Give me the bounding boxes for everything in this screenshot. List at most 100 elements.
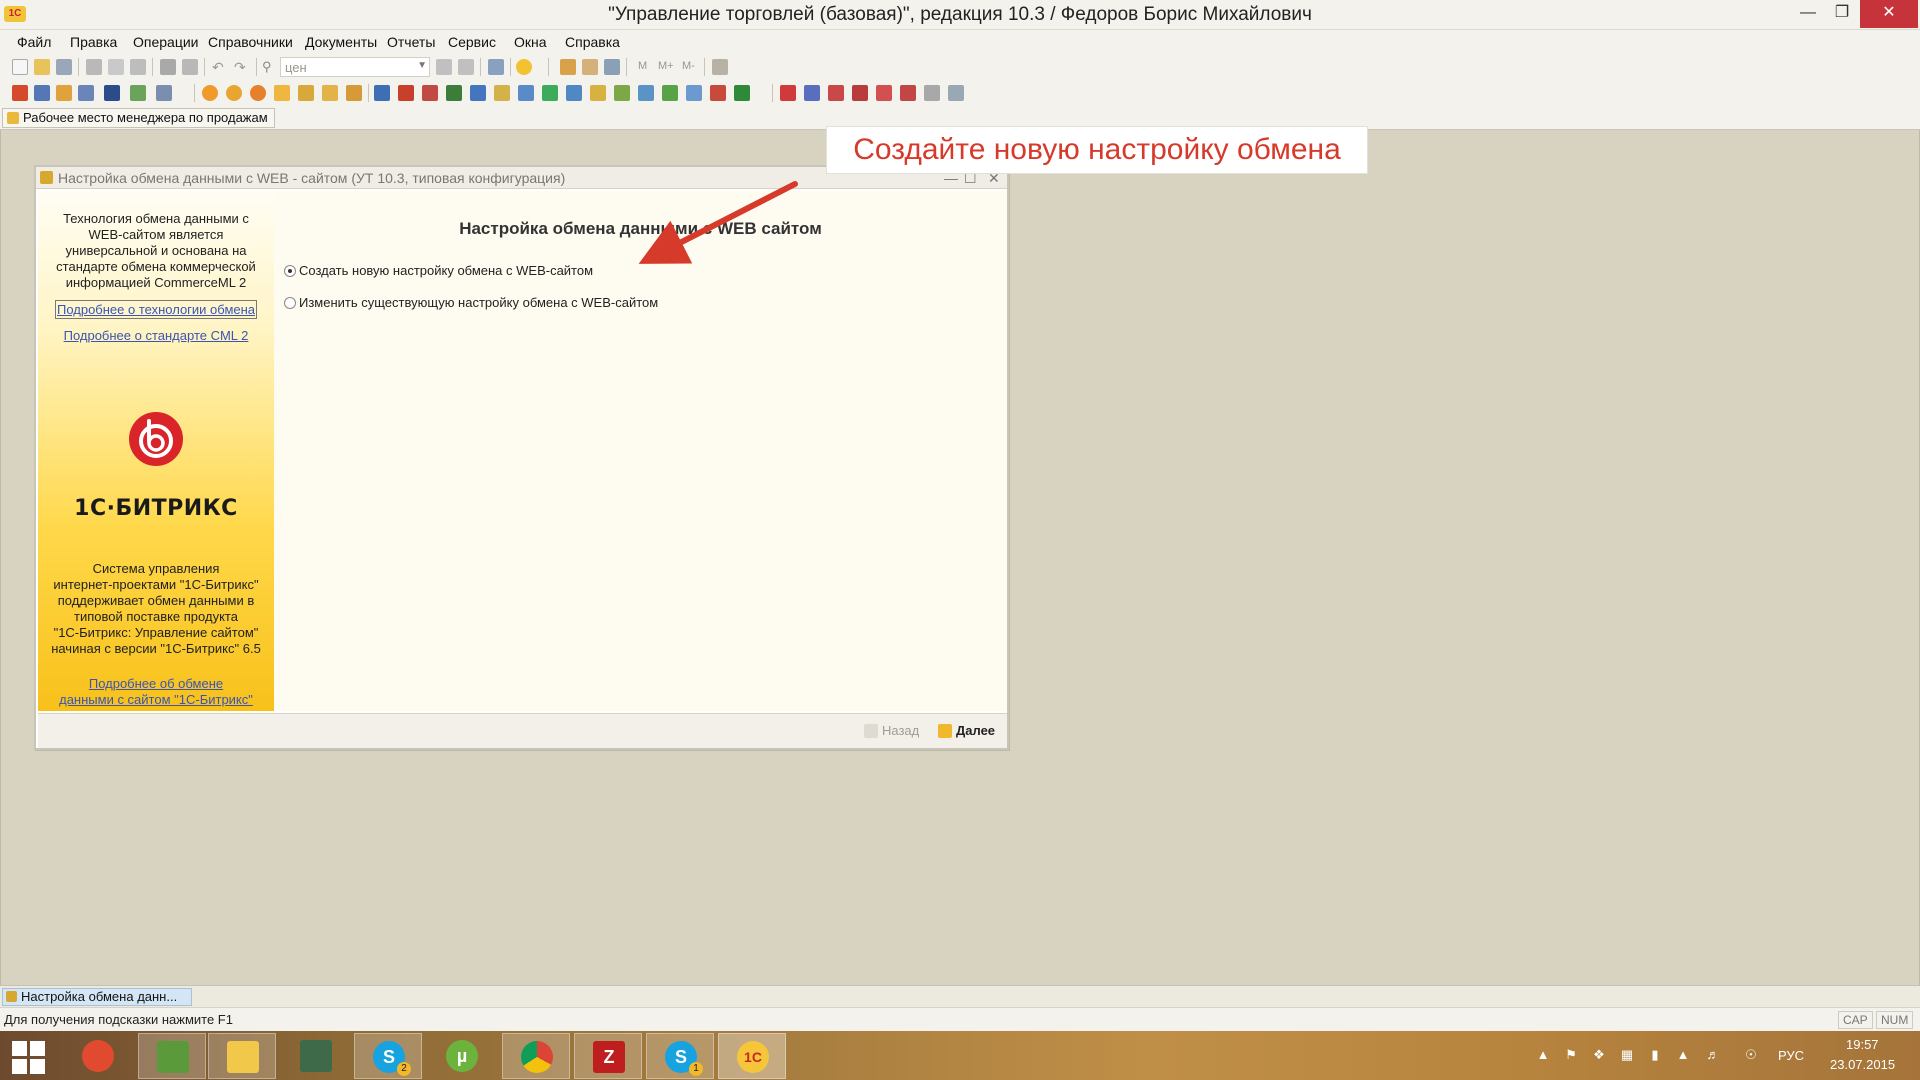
workplace-sales-manager-button[interactable]: Рабочее место менеджера по продажам (2, 108, 275, 128)
invoice-icon[interactable] (322, 85, 338, 101)
memory-subtract-button[interactable]: M- (682, 60, 695, 72)
menu-file[interactable]: Файл (17, 34, 51, 50)
taskbar-skype-1[interactable]: S 2 (354, 1033, 422, 1079)
report-f-icon[interactable] (900, 85, 916, 101)
calculator-icon[interactable] (560, 59, 576, 75)
doc-j-icon[interactable] (590, 85, 606, 101)
menu-service[interactable]: Сервис (448, 34, 496, 50)
show-hidden-icons-icon[interactable]: ▲ (1536, 1048, 1550, 1062)
next-button[interactable]: Далее (938, 722, 995, 740)
table-icon[interactable] (130, 85, 146, 101)
menu-operations[interactable]: Операции (133, 34, 199, 50)
info-icon[interactable] (516, 59, 532, 75)
doc-i-icon[interactable] (566, 85, 582, 101)
close-button[interactable]: ✕ (1860, 0, 1918, 28)
print-icon[interactable] (160, 59, 176, 75)
find-prev-icon[interactable] (458, 59, 474, 75)
memory-store-button[interactable]: M (638, 60, 647, 72)
report-c-icon[interactable] (828, 85, 844, 101)
report-g-icon[interactable] (924, 85, 940, 101)
find-icon[interactable]: ⚲ (262, 59, 278, 75)
taskbar-explorer[interactable] (208, 1033, 276, 1079)
structure-icon[interactable] (104, 85, 120, 101)
menu-directories[interactable]: Справочники (208, 34, 293, 50)
doc-l-icon[interactable] (638, 85, 654, 101)
taskbar-skype-2[interactable]: S 1 (646, 1033, 714, 1079)
link-bitrix-exchange-line-1[interactable]: Подробнее об обмене (44, 676, 268, 692)
doc-h-icon[interactable] (542, 85, 558, 101)
clock-time[interactable]: 19:57 (1846, 1037, 1879, 1053)
report-a-icon[interactable] (780, 85, 796, 101)
taskbar-app-1[interactable] (64, 1033, 132, 1079)
battery-icon[interactable]: ▮ (1648, 1048, 1662, 1062)
option-create-new[interactable]: Создать новую настройку обмена с WEB-сай… (284, 263, 593, 278)
signal-icon[interactable]: ▲ (1676, 1048, 1690, 1062)
doc-o-icon[interactable] (710, 85, 726, 101)
undo-icon[interactable]: ↶ (212, 59, 228, 75)
volume-icon[interactable]: ♬ (1706, 1048, 1720, 1062)
windows-update-icon[interactable]: ▦ (1620, 1048, 1634, 1062)
doc-m-icon[interactable] (662, 85, 678, 101)
print-preview-icon[interactable] (182, 59, 198, 75)
menu-help[interactable]: Справка (565, 34, 620, 50)
find-next-icon[interactable] (436, 59, 452, 75)
doc-n-icon[interactable] (686, 85, 702, 101)
taskbar-chrome[interactable] (502, 1033, 570, 1079)
report-icon[interactable] (156, 85, 172, 101)
paste-icon[interactable] (130, 59, 146, 75)
taskbar-filezilla[interactable]: Z (574, 1033, 642, 1079)
open-window-tab[interactable]: Настройка обмена данн... (2, 988, 192, 1006)
doc-a-icon[interactable] (374, 85, 390, 101)
list-icon[interactable] (78, 85, 94, 101)
report-h-icon[interactable] (948, 85, 964, 101)
doc-p-icon[interactable] (734, 85, 750, 101)
taskbar-app-4[interactable] (282, 1033, 350, 1079)
return-icon[interactable] (250, 85, 266, 101)
doc-b-icon[interactable] (398, 85, 414, 101)
restore-button[interactable]: ❐ (1820, 0, 1864, 28)
windows-icon[interactable] (488, 59, 504, 75)
menu-reports[interactable]: Отчеты (387, 34, 435, 50)
report-b-icon[interactable] (804, 85, 820, 101)
copy-icon[interactable] (108, 59, 124, 75)
doc-k-icon[interactable] (614, 85, 630, 101)
calendar-icon[interactable] (582, 59, 598, 75)
open-folder-icon[interactable] (34, 59, 50, 75)
documents-icon[interactable] (34, 85, 50, 101)
doc-e-icon[interactable] (470, 85, 486, 101)
chevron-down-icon[interactable]: ▼ (417, 60, 427, 71)
save-icon[interactable] (56, 59, 72, 75)
taskbar-app-2[interactable] (138, 1033, 206, 1079)
tools-icon[interactable] (712, 59, 728, 75)
journal-icon[interactable] (12, 85, 28, 101)
cut-icon[interactable] (86, 59, 102, 75)
redo-icon[interactable]: ↷ (234, 59, 250, 75)
doc-g-icon[interactable] (518, 85, 534, 101)
receipt-icon[interactable] (346, 85, 362, 101)
radio-unchecked-icon[interactable] (284, 297, 296, 309)
sale-icon[interactable] (226, 85, 242, 101)
memory-add-button[interactable]: M+ (658, 60, 674, 72)
payment-icon[interactable] (298, 85, 314, 101)
order-icon[interactable] (202, 85, 218, 101)
doc-d-icon[interactable] (446, 85, 462, 101)
report-d-icon[interactable] (852, 85, 868, 101)
taskbar-1c[interactable]: 1С (718, 1033, 786, 1079)
dropbox-icon[interactable]: ❖ (1592, 1048, 1606, 1062)
radio-checked-icon[interactable] (284, 265, 296, 277)
cash-icon[interactable] (274, 85, 290, 101)
search-input[interactable]: цен ▼ (280, 57, 430, 77)
link-more-technology[interactable]: Подробнее о технологии обмена (44, 300, 268, 319)
link-bitrix-exchange-line-2[interactable]: данными с сайтом "1С-Битрикс" (44, 692, 268, 708)
option-edit-existing[interactable]: Изменить существующую настройку обмена с… (284, 295, 658, 310)
link-more-cml[interactable]: Подробнее о стандарте CML 2 (44, 328, 268, 344)
network-icon[interactable]: ☉ (1744, 1048, 1758, 1062)
menu-windows[interactable]: Окна (514, 34, 547, 50)
menu-documents[interactable]: Документы (305, 34, 377, 50)
folder-icon[interactable] (56, 85, 72, 101)
language-indicator[interactable]: РУС (1778, 1048, 1804, 1064)
doc-f-icon[interactable] (494, 85, 510, 101)
back-button[interactable]: Назад (864, 722, 919, 740)
flag-icon[interactable]: ⚑ (1564, 1048, 1578, 1062)
start-button[interactable] (0, 1033, 58, 1079)
